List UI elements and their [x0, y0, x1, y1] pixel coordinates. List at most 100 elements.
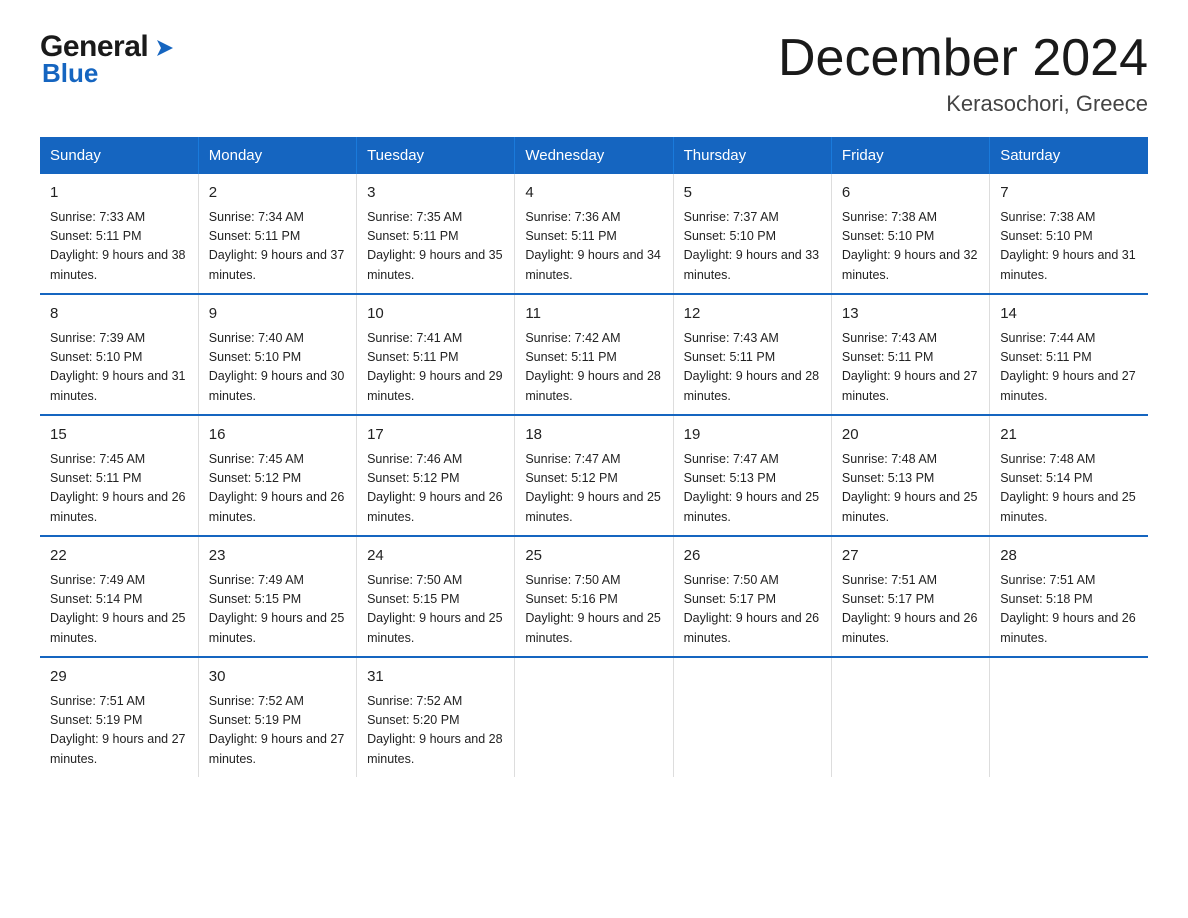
day-number: 5 [684, 182, 821, 205]
day-number: 7 [1000, 182, 1138, 205]
calendar-header: SundayMondayTuesdayWednesdayThursdayFrid… [40, 137, 1148, 174]
day-cell: 23 Sunrise: 7:49 AMSunset: 5:15 PMDayligh… [198, 536, 356, 657]
day-info: Sunrise: 7:50 AMSunset: 5:16 PMDaylight:… [525, 571, 662, 649]
header-cell-wednesday: Wednesday [515, 137, 673, 174]
day-info: Sunrise: 7:38 AMSunset: 5:10 PMDaylight:… [842, 208, 979, 286]
day-number: 12 [684, 303, 821, 326]
day-cell: 8 Sunrise: 7:39 AMSunset: 5:10 PMDaylight… [40, 294, 198, 415]
day-info: Sunrise: 7:51 AMSunset: 5:17 PMDaylight:… [842, 571, 979, 649]
header-cell-thursday: Thursday [673, 137, 831, 174]
day-cell: 7 Sunrise: 7:38 AMSunset: 5:10 PMDaylight… [990, 174, 1148, 294]
day-cell: 17 Sunrise: 7:46 AMSunset: 5:12 PMDayligh… [357, 415, 515, 536]
day-number: 13 [842, 303, 979, 326]
day-number: 4 [525, 182, 662, 205]
day-number: 3 [367, 182, 504, 205]
title-block: December 2024 Kerasochori, Greece [778, 30, 1148, 117]
header-cell-tuesday: Tuesday [357, 137, 515, 174]
day-info: Sunrise: 7:41 AMSunset: 5:11 PMDaylight:… [367, 329, 504, 407]
week-row-2: 8 Sunrise: 7:39 AMSunset: 5:10 PMDaylight… [40, 294, 1148, 415]
day-info: Sunrise: 7:48 AMSunset: 5:14 PMDaylight:… [1000, 450, 1138, 528]
day-info: Sunrise: 7:49 AMSunset: 5:15 PMDaylight:… [209, 571, 346, 649]
day-number: 28 [1000, 545, 1138, 568]
day-number: 29 [50, 666, 188, 689]
day-info: Sunrise: 7:38 AMSunset: 5:10 PMDaylight:… [1000, 208, 1138, 286]
day-cell: 19 Sunrise: 7:47 AMSunset: 5:13 PMDayligh… [673, 415, 831, 536]
header-cell-monday: Monday [198, 137, 356, 174]
day-number: 11 [525, 303, 662, 326]
day-cell: 21 Sunrise: 7:48 AMSunset: 5:14 PMDayligh… [990, 415, 1148, 536]
day-number: 27 [842, 545, 979, 568]
day-cell: 1 Sunrise: 7:33 AMSunset: 5:11 PMDaylight… [40, 174, 198, 294]
week-row-1: 1 Sunrise: 7:33 AMSunset: 5:11 PMDaylight… [40, 174, 1148, 294]
week-row-3: 15Sunrise: 7:45 AMSunset: 5:11 PMDayligh… [40, 415, 1148, 536]
day-cell: 14Sunrise: 7:44 AMSunset: 5:11 PMDayligh… [990, 294, 1148, 415]
day-info: Sunrise: 7:52 AMSunset: 5:20 PMDaylight:… [367, 692, 504, 770]
day-info: Sunrise: 7:36 AMSunset: 5:11 PMDaylight:… [525, 208, 662, 286]
day-cell [673, 657, 831, 777]
header-cell-friday: Friday [831, 137, 989, 174]
day-cell: 15Sunrise: 7:45 AMSunset: 5:11 PMDayligh… [40, 415, 198, 536]
day-number: 10 [367, 303, 504, 326]
day-info: Sunrise: 7:49 AMSunset: 5:14 PMDaylight:… [50, 571, 188, 649]
logo-arrow-icon [151, 34, 179, 62]
day-number: 17 [367, 424, 504, 447]
day-number: 20 [842, 424, 979, 447]
day-info: Sunrise: 7:42 AMSunset: 5:11 PMDaylight:… [525, 329, 662, 407]
day-number: 2 [209, 182, 346, 205]
logo: General Blue [40, 30, 179, 89]
day-number: 23 [209, 545, 346, 568]
day-number: 19 [684, 424, 821, 447]
day-info: Sunrise: 7:35 AMSunset: 5:11 PMDaylight:… [367, 208, 504, 286]
day-number: 9 [209, 303, 346, 326]
day-cell: 27 Sunrise: 7:51 AMSunset: 5:17 PMDayligh… [831, 536, 989, 657]
day-info: Sunrise: 7:33 AMSunset: 5:11 PMDaylight:… [50, 208, 188, 286]
day-cell [515, 657, 673, 777]
day-cell: 6 Sunrise: 7:38 AMSunset: 5:10 PMDaylight… [831, 174, 989, 294]
day-number: 26 [684, 545, 821, 568]
day-info: Sunrise: 7:46 AMSunset: 5:12 PMDaylight:… [367, 450, 504, 528]
week-row-4: 22Sunrise: 7:49 AMSunset: 5:14 PMDayligh… [40, 536, 1148, 657]
calendar-table: SundayMondayTuesdayWednesdayThursdayFrid… [40, 137, 1148, 777]
day-cell: 4 Sunrise: 7:36 AMSunset: 5:11 PMDaylight… [515, 174, 673, 294]
day-info: Sunrise: 7:52 AMSunset: 5:19 PMDaylight:… [209, 692, 346, 770]
day-cell: 3 Sunrise: 7:35 AMSunset: 5:11 PMDaylight… [357, 174, 515, 294]
day-info: Sunrise: 7:43 AMSunset: 5:11 PMDaylight:… [684, 329, 821, 407]
day-info: Sunrise: 7:39 AMSunset: 5:10 PMDaylight:… [50, 329, 188, 407]
day-info: Sunrise: 7:47 AMSunset: 5:12 PMDaylight:… [525, 450, 662, 528]
day-number: 16 [209, 424, 346, 447]
day-cell [990, 657, 1148, 777]
day-info: Sunrise: 7:50 AMSunset: 5:15 PMDaylight:… [367, 571, 504, 649]
calendar-title: December 2024 [778, 30, 1148, 87]
day-cell: 29Sunrise: 7:51 AMSunset: 5:19 PMDayligh… [40, 657, 198, 777]
day-info: Sunrise: 7:47 AMSunset: 5:13 PMDaylight:… [684, 450, 821, 528]
day-cell: 11 Sunrise: 7:42 AMSunset: 5:11 PMDayligh… [515, 294, 673, 415]
day-cell: 25 Sunrise: 7:50 AMSunset: 5:16 PMDayligh… [515, 536, 673, 657]
day-number: 30 [209, 666, 346, 689]
day-info: Sunrise: 7:34 AMSunset: 5:11 PMDaylight:… [209, 208, 346, 286]
day-cell: 10 Sunrise: 7:41 AMSunset: 5:11 PMDayligh… [357, 294, 515, 415]
calendar-location: Kerasochori, Greece [778, 91, 1148, 117]
day-cell: 26 Sunrise: 7:50 AMSunset: 5:17 PMDayligh… [673, 536, 831, 657]
header-cell-sunday: Sunday [40, 137, 198, 174]
day-number: 21 [1000, 424, 1138, 447]
day-number: 25 [525, 545, 662, 568]
logo-blue-text: Blue [42, 58, 98, 89]
day-number: 1 [50, 182, 188, 205]
day-cell: 20Sunrise: 7:48 AMSunset: 5:13 PMDayligh… [831, 415, 989, 536]
week-row-5: 29Sunrise: 7:51 AMSunset: 5:19 PMDayligh… [40, 657, 1148, 777]
day-cell: 12 Sunrise: 7:43 AMSunset: 5:11 PMDayligh… [673, 294, 831, 415]
day-info: Sunrise: 7:50 AMSunset: 5:17 PMDaylight:… [684, 571, 821, 649]
day-number: 8 [50, 303, 188, 326]
calendar-body: 1 Sunrise: 7:33 AMSunset: 5:11 PMDaylight… [40, 174, 1148, 777]
day-number: 31 [367, 666, 504, 689]
day-cell: 9Sunrise: 7:40 AMSunset: 5:10 PMDaylight… [198, 294, 356, 415]
day-cell: 22Sunrise: 7:49 AMSunset: 5:14 PMDayligh… [40, 536, 198, 657]
day-cell: 16 Sunrise: 7:45 AMSunset: 5:12 PMDayligh… [198, 415, 356, 536]
day-number: 18 [525, 424, 662, 447]
header-row: SundayMondayTuesdayWednesdayThursdayFrid… [40, 137, 1148, 174]
day-info: Sunrise: 7:45 AMSunset: 5:12 PMDaylight:… [209, 450, 346, 528]
day-number: 24 [367, 545, 504, 568]
day-cell: 24 Sunrise: 7:50 AMSunset: 5:15 PMDayligh… [357, 536, 515, 657]
day-number: 6 [842, 182, 979, 205]
day-info: Sunrise: 7:37 AMSunset: 5:10 PMDaylight:… [684, 208, 821, 286]
